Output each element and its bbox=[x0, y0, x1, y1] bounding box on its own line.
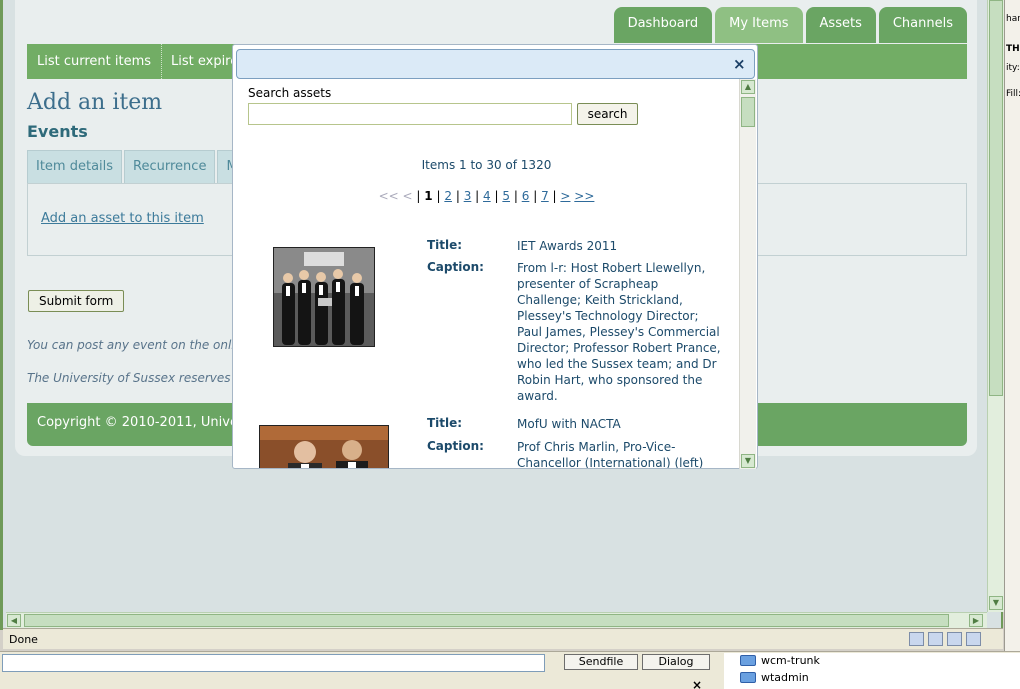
pager-separator: | bbox=[436, 189, 441, 203]
caption-label: Caption: bbox=[427, 260, 484, 274]
pager-separator: | bbox=[475, 189, 480, 203]
scroll-right-arrow-icon[interactable]: ▶ bbox=[969, 614, 983, 627]
page-title: Add an item bbox=[27, 90, 163, 115]
main-nav-tabs: Dashboard My Items Assets Channels bbox=[613, 7, 967, 43]
pager-separator: | bbox=[494, 189, 499, 203]
sub-nav-list-current-items[interactable]: List current items bbox=[27, 44, 163, 79]
scroll-up-arrow-icon[interactable]: ▲ bbox=[741, 80, 755, 94]
folder-icon bbox=[740, 672, 756, 683]
asset-caption: Prof Chris Marlin, Pro-Vice-Chancellor (… bbox=[517, 440, 704, 468]
pager-page[interactable]: 5 bbox=[502, 189, 510, 203]
clipped-text: harp bbox=[1006, 14, 1020, 24]
page-vertical-scrollbar[interactable]: ▼ bbox=[987, 0, 1004, 612]
mail-icon[interactable] bbox=[947, 632, 962, 646]
tab-assets[interactable]: Assets bbox=[805, 7, 876, 43]
pager-current: 1 bbox=[424, 189, 433, 203]
pager-page[interactable]: 7 bbox=[541, 189, 549, 203]
pager-last[interactable]: >> bbox=[574, 189, 594, 203]
section-title: Events bbox=[27, 122, 88, 141]
tree-item[interactable]: wtadmin bbox=[740, 671, 809, 684]
posting-note: You can post any event on the online e bbox=[27, 338, 261, 352]
asset-title: MofU with NACTA bbox=[517, 417, 621, 431]
dialog-scrollbar[interactable]: ▲ ▼ bbox=[739, 79, 756, 469]
status-icons bbox=[909, 632, 981, 646]
tab-recurrence[interactable]: Recurrence bbox=[124, 150, 216, 184]
scroll-thumb[interactable] bbox=[741, 97, 755, 127]
pager-separator: | bbox=[513, 189, 518, 203]
clipped-text: ity: bbox=[1006, 63, 1020, 73]
tab-my-items[interactable]: My Items bbox=[715, 7, 803, 43]
search-input[interactable] bbox=[248, 103, 572, 125]
asset-caption: From l-r: Host Robert Llewellyn, present… bbox=[517, 261, 721, 403]
page-horizontal-scrollbar[interactable]: ◀ ▶ bbox=[6, 612, 987, 628]
asset-thumbnail[interactable] bbox=[259, 425, 389, 468]
pager-separator: | bbox=[552, 189, 557, 203]
asset-search-dialog: × Search assets search Items 1 to 30 of … bbox=[232, 44, 758, 469]
tab-dashboard[interactable]: Dashboard bbox=[613, 7, 713, 43]
search-label: Search assets bbox=[248, 86, 332, 100]
tab-channels[interactable]: Channels bbox=[878, 7, 967, 43]
dialog-body: Search assets search Items 1 to 30 of 13… bbox=[233, 81, 740, 468]
folder-icon bbox=[740, 655, 756, 666]
pager-next[interactable]: > bbox=[560, 189, 570, 203]
submit-form-button[interactable]: Submit form bbox=[28, 290, 125, 312]
results-count: Items 1 to 30 of 1320 bbox=[421, 158, 552, 172]
scroll-down-arrow-icon[interactable]: ▼ bbox=[741, 454, 755, 468]
asset-thumbnail[interactable] bbox=[273, 247, 375, 347]
add-asset-link[interactable]: Add an asset to this item bbox=[41, 211, 204, 226]
pager-page[interactable]: 6 bbox=[522, 189, 530, 203]
clipped-text: Fill: bbox=[1006, 89, 1020, 99]
scroll-left-arrow-icon[interactable]: ◀ bbox=[7, 614, 21, 627]
pager-page[interactable]: 3 bbox=[464, 189, 472, 203]
background-window: harp THS ity: Fill: bbox=[1004, 0, 1020, 651]
pagination: << < | 1 | 2 | 3 | 4 | 5 | 6 | 7 | > >> bbox=[233, 189, 740, 203]
command-input[interactable] bbox=[2, 654, 545, 672]
title-label: Title: bbox=[427, 416, 463, 430]
network-icon[interactable] bbox=[928, 632, 943, 646]
search-button[interactable]: search bbox=[577, 103, 638, 125]
tree-item[interactable]: wcm-trunk bbox=[740, 654, 820, 667]
tab-item-details[interactable]: Item details bbox=[27, 150, 123, 184]
pager-separator: | bbox=[455, 189, 460, 203]
close-icon[interactable]: × bbox=[733, 57, 746, 72]
status-bar: Done bbox=[3, 628, 1003, 649]
monitor-icon[interactable] bbox=[909, 632, 924, 646]
dialog-title-bar: × bbox=[236, 49, 755, 79]
caption-label: Caption: bbox=[427, 439, 484, 453]
rights-note: The University of Sussex reserves the bbox=[27, 371, 255, 385]
settings-icon[interactable] bbox=[966, 632, 981, 646]
scroll-thumb[interactable] bbox=[24, 614, 949, 627]
title-label: Title: bbox=[427, 238, 463, 252]
scroll-thumb[interactable] bbox=[989, 0, 1003, 396]
close-icon[interactable]: × bbox=[692, 678, 702, 689]
sendfile-button[interactable]: Sendfile bbox=[564, 654, 638, 670]
file-tree: wcm-trunk wtadmin bbox=[724, 653, 1020, 689]
asset-title: IET Awards 2011 bbox=[517, 239, 618, 253]
bottom-panel: Sendfile Dialog × wcm-trunk wtadmin bbox=[0, 651, 1020, 689]
pager-page[interactable]: 4 bbox=[483, 189, 491, 203]
scroll-down-arrow-icon[interactable]: ▼ bbox=[989, 596, 1003, 610]
pager-page[interactable]: 2 bbox=[444, 189, 452, 203]
tree-item-label: wtadmin bbox=[761, 671, 809, 684]
tree-item-label: wcm-trunk bbox=[761, 654, 820, 667]
dialog-button[interactable]: Dialog bbox=[642, 654, 710, 670]
pager-separator: | bbox=[416, 189, 421, 203]
status-text: Done bbox=[9, 633, 38, 646]
pager-prev: < bbox=[402, 189, 413, 203]
clipped-text: THS bbox=[1006, 44, 1020, 54]
pager-first: << bbox=[378, 189, 399, 203]
photo-image bbox=[274, 248, 374, 346]
pager-separator: | bbox=[533, 189, 538, 203]
photo-image bbox=[260, 426, 388, 468]
